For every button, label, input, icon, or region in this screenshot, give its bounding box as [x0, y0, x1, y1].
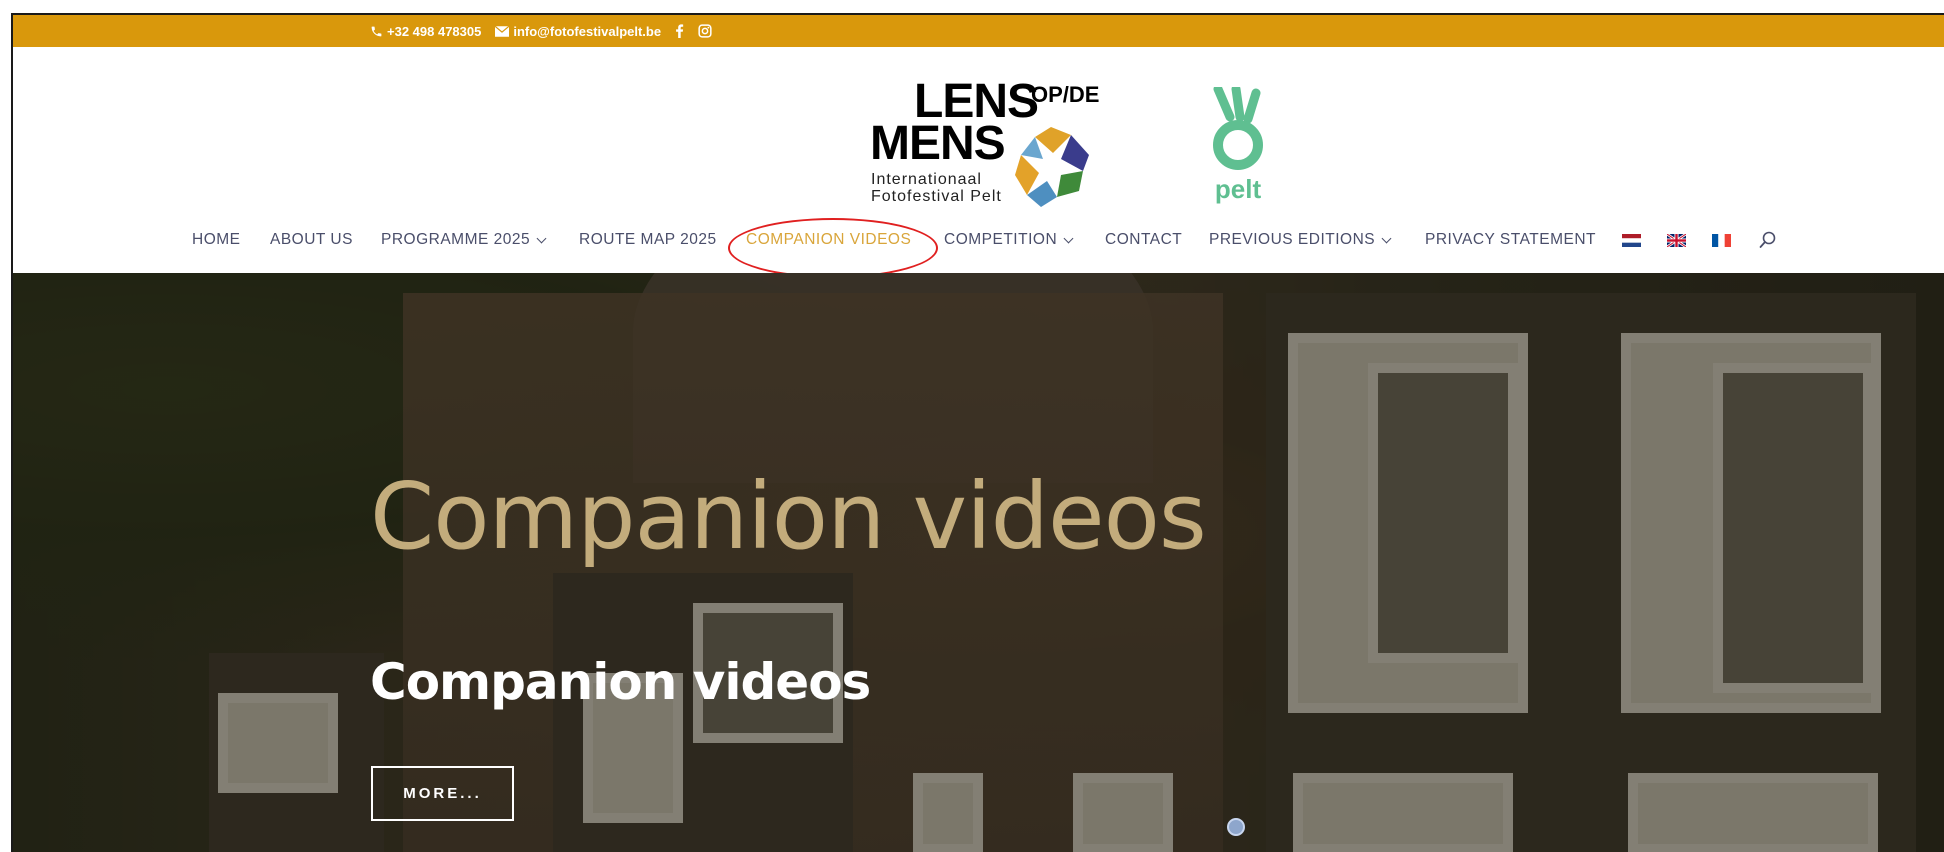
- nav-contact[interactable]: CONTACT: [1105, 231, 1182, 249]
- aperture-icon: [1015, 127, 1089, 207]
- chevron-down-icon: [1063, 233, 1074, 243]
- hero-subtitle: Companion videos: [370, 653, 871, 711]
- fr-flag-icon[interactable]: [1712, 234, 1731, 247]
- facebook-link[interactable]: [675, 24, 684, 38]
- site-header: LENS OP/DE MENS Internationaal Fotofesti…: [13, 47, 1944, 278]
- nav-about-label: ABOUT US: [270, 231, 353, 248]
- nl-flag-icon[interactable]: [1622, 234, 1641, 247]
- nav-privacy-statement[interactable]: PRIVACY STATEMENT: [1425, 231, 1596, 249]
- uk-flag-icon[interactable]: [1667, 234, 1686, 247]
- facebook-icon: [676, 24, 684, 38]
- highlight-circle: [728, 218, 938, 278]
- main-nav: HOME ABOUT US PROGRAMME 2025 ROUTE MAP 2…: [13, 218, 1944, 278]
- pelt-hand-icon: [1213, 84, 1263, 170]
- nav-previous-label: PREVIOUS EDITIONS: [1209, 231, 1376, 248]
- hero-banner: Companion videos Companion videos MORE..…: [13, 273, 1944, 852]
- nav-about-us[interactable]: ABOUT US: [270, 231, 353, 249]
- logo-mens: MENS: [870, 117, 1006, 170]
- instagram-icon: [698, 24, 712, 38]
- email-link[interactable]: info@fotofestivalpelt.be: [495, 24, 661, 39]
- chevron-down-icon: [536, 233, 547, 243]
- nav-privacy-label: PRIVACY STATEMENT: [1425, 231, 1596, 248]
- phone-link[interactable]: +32 498 478305: [370, 24, 481, 39]
- phone-icon: [371, 26, 382, 36]
- nav-competition[interactable]: COMPETITION: [944, 231, 1074, 249]
- mail-icon: [495, 25, 510, 37]
- nav-previous-editions[interactable]: PREVIOUS EDITIONS: [1209, 231, 1392, 249]
- nav-contact-label: CONTACT: [1105, 231, 1183, 248]
- pelt-logo[interactable]: pelt: [1208, 84, 1268, 205]
- nav-home-label: HOME: [192, 231, 241, 248]
- email-address: info@fotofestivalpelt.be: [513, 23, 662, 39]
- more-button[interactable]: MORE...: [371, 766, 514, 821]
- nav-competition-label: COMPETITION: [944, 231, 1058, 248]
- scroll-indicator[interactable]: [1227, 818, 1245, 836]
- logo-opde: OP/DE: [1031, 82, 1100, 107]
- top-bar: +32 498 478305 info@fotofestivalpelt.be: [13, 15, 1944, 47]
- nav-programme[interactable]: PROGRAMME 2025: [381, 231, 547, 249]
- browser-viewport: +32 498 478305 info@fotofestivalpelt.be …: [11, 13, 1944, 852]
- logo-subtitle-2: Fotofestival Pelt: [871, 188, 1002, 205]
- nav-route-map[interactable]: ROUTE MAP 2025: [579, 231, 717, 249]
- nav-route-label: ROUTE MAP 2025: [579, 231, 717, 248]
- instagram-link[interactable]: [698, 24, 712, 38]
- chevron-down-icon: [1381, 233, 1392, 243]
- phone-number: +32 498 478305: [387, 23, 482, 39]
- festival-logo[interactable]: LENS OP/DE MENS Internationaal Fotofesti…: [859, 78, 1100, 207]
- nav-programme-label: PROGRAMME 2025: [381, 231, 531, 248]
- search-icon[interactable]: [1759, 231, 1777, 249]
- pelt-label: pelt: [1214, 174, 1262, 204]
- hero-title: Companion videos: [370, 463, 1207, 570]
- logo-subtitle-1: Internationaal: [871, 171, 982, 188]
- nav-home[interactable]: HOME: [192, 231, 241, 249]
